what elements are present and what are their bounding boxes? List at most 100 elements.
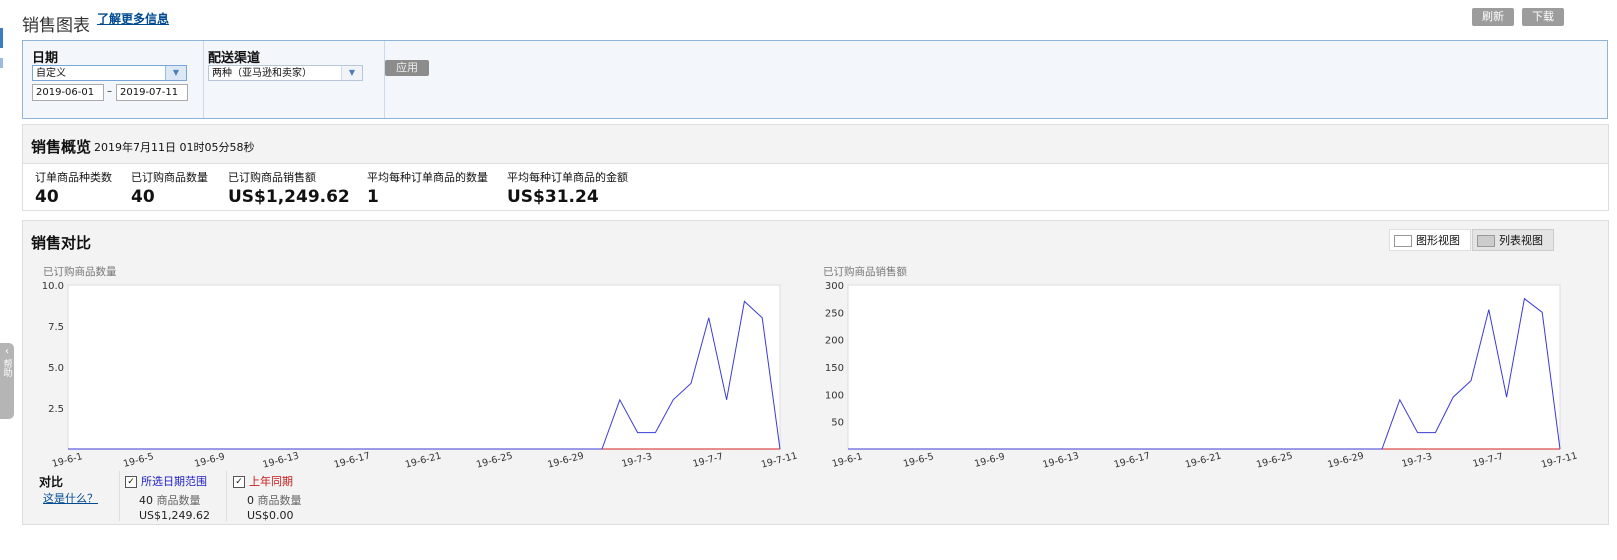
ordered-sales-chart: 已订购商品销售额 300 250 200 150 100 50 19-6-1 19-6-5 19-… xyxy=(823,265,1579,471)
y-tick-label: 5.0 xyxy=(48,363,64,374)
start-date-input[interactable]: 2019-06-01 xyxy=(32,84,104,101)
metric-label: 已订购商品销售额 xyxy=(228,171,316,184)
x-tick-label: 19-6-1 xyxy=(831,451,864,470)
metric-value: 40 xyxy=(35,187,59,207)
dropdown-arrow-icon: ▼ xyxy=(341,66,362,80)
previous-year-qty: 0 xyxy=(247,494,254,507)
date-label: 日期 xyxy=(32,51,59,66)
y-tick-label: 300 xyxy=(825,281,844,292)
metric-label: 订单商品种类数 xyxy=(35,171,112,184)
x-tick-label: 19-6-29 xyxy=(546,450,585,470)
legend-divider xyxy=(119,471,120,521)
previous-year-amount: US$0.00 xyxy=(247,509,294,522)
channel-select-value: 两种（亚马逊和卖家） xyxy=(212,68,312,79)
metric-label: 已订购商品数量 xyxy=(131,171,208,184)
previous-year-qty-unit: 商品数量 xyxy=(257,494,302,507)
x-tick-label: 19-6-25 xyxy=(1255,450,1294,470)
x-tick-label: 19-7-7 xyxy=(1472,451,1505,470)
legend-divider xyxy=(226,471,227,521)
date-range-dash: – xyxy=(107,86,112,97)
graph-view-button[interactable]: 图形视图 xyxy=(1389,229,1471,251)
x-tick-label: 19-7-11 xyxy=(760,450,799,470)
x-tick-label: 19-6-13 xyxy=(1042,450,1081,470)
help-side-tab[interactable]: ‹ 帮助 xyxy=(0,343,14,419)
x-tick-label: 19-6-29 xyxy=(1326,450,1365,470)
channel-filter: 配送渠道 两种（亚马逊和卖家） ▼ xyxy=(204,41,385,118)
date-range-select-value: 自定义 xyxy=(36,68,66,79)
metric-units-ordered: 已订购商品数量 40 xyxy=(131,169,208,207)
selected-range-amount: US$1,249.62 xyxy=(139,509,211,522)
units-ordered-chart: 已订购商品数量 10.0 7.5 5.0 2.5 19-6-1 19-6-5 19-6-9 19… xyxy=(42,265,799,471)
end-date-input[interactable]: 2019-07-11 xyxy=(116,84,188,101)
chart-y-axis-label: 已订购商品数量 xyxy=(43,265,117,278)
metric-label: 平均每种订单商品的数量 xyxy=(367,171,488,184)
chart-y-axis-label: 已订购商品销售额 xyxy=(823,265,907,278)
download-button[interactable]: 下载 xyxy=(1522,8,1564,26)
x-tick-label: 19-7-3 xyxy=(1401,451,1434,470)
y-tick-label: 7.5 xyxy=(48,322,64,333)
metric-value: US$1,249.62 xyxy=(228,187,350,207)
metric-value: 40 xyxy=(131,187,155,207)
list-table-icon xyxy=(1477,235,1495,247)
selected-range-qty-unit: 商品数量 xyxy=(156,494,201,507)
left-accent-strip xyxy=(0,28,3,48)
selected-range-checkbox[interactable]: ✓ xyxy=(125,475,137,488)
what-is-this-link[interactable]: 这是什么？ xyxy=(43,490,98,506)
legend-previous-year: ✓ 上年同期 0 商品数量 US$0.00 xyxy=(233,473,302,522)
metric-value: US$31.24 xyxy=(507,187,599,207)
plot-area xyxy=(67,284,781,450)
date-filter: 日期 自定义 ▼ 2019-06-01 – 2019-07-11 xyxy=(23,41,204,118)
metric-value: 1 xyxy=(367,187,379,207)
x-tick-label: 19-6-21 xyxy=(1184,450,1223,470)
x-tick-label: 19-7-7 xyxy=(692,451,725,470)
help-side-tab-label: 帮助 xyxy=(1,359,12,377)
x-tick-label: 19-6-17 xyxy=(1113,450,1152,470)
previous-year-checkbox[interactable]: ✓ xyxy=(233,475,245,488)
y-tick-label: 150 xyxy=(825,363,844,374)
y-tick-label: 10.0 xyxy=(42,281,64,292)
comparison-title: 销售对比 xyxy=(31,234,92,252)
apply-button[interactable]: 应用 xyxy=(385,60,429,76)
y-tick-label: 250 xyxy=(825,308,844,319)
graph-view-label: 图形视图 xyxy=(1416,234,1460,247)
page-title: 销售图表 xyxy=(22,16,90,36)
chevron-left-icon: ‹ xyxy=(5,346,9,357)
sales-comparison-panel: 销售对比 图形视图 列表视图 已订购商品数量 10.0 7.5 5.0 2.5 19-6-… xyxy=(22,220,1609,525)
learn-more-link[interactable]: 了解更多信息 xyxy=(97,10,169,27)
x-tick-label: 19-7-3 xyxy=(621,451,654,470)
metric-ordered-sales: 已订购商品销售额 US$1,249.62 xyxy=(228,169,350,207)
dropdown-arrow-icon: ▼ xyxy=(165,66,186,80)
filter-panel: 日期 自定义 ▼ 2019-06-01 – 2019-07-11 配送渠道 两种… xyxy=(22,40,1608,119)
selected-range-qty: 40 xyxy=(139,494,153,507)
date-range-select[interactable]: 自定义 ▼ xyxy=(32,65,187,81)
list-view-label: 列表视图 xyxy=(1499,234,1543,247)
x-tick-label: 19-6-5 xyxy=(902,451,935,470)
legend-title: 对比 xyxy=(39,475,64,489)
y-tick-label: 200 xyxy=(825,336,844,347)
channel-label: 配送渠道 xyxy=(208,51,261,66)
previous-year-name: 上年同期 xyxy=(249,475,293,488)
legend-selected-range: ✓ 所选日期范围 40 商品数量 US$1,249.62 xyxy=(125,473,210,522)
overview-timestamp: 2019年7月11日 01时05分58秒 xyxy=(94,141,255,154)
refresh-button[interactable]: 刷新 xyxy=(1472,8,1514,26)
list-view-button[interactable]: 列表视图 xyxy=(1472,229,1554,251)
overview-title: 销售概览 xyxy=(31,138,92,156)
y-tick-label: 50 xyxy=(831,418,844,429)
sales-overview-panel: 销售概览 2019年7月11日 01时05分58秒 订单商品种类数 40 已订购… xyxy=(22,124,1609,211)
comparison-legend: 对比 这是什么？ ✓ 所选日期范围 40 商品数量 US$1,249.62 ✓ 上年… xyxy=(23,471,423,523)
overview-header: 销售概览 2019年7月11日 01时05分58秒 xyxy=(23,125,1608,164)
left-accent-strip-2 xyxy=(0,58,3,68)
channel-select[interactable]: 两种（亚马逊和卖家） ▼ xyxy=(208,65,363,81)
x-tick-label: 19-6-13 xyxy=(262,450,301,470)
x-tick-label: 19-6-9 xyxy=(973,451,1006,470)
y-tick-label: 2.5 xyxy=(48,404,64,415)
line-chart-icon xyxy=(1394,235,1412,247)
x-tick-label: 19-7-11 xyxy=(1540,450,1579,470)
x-tick-label: 19-6-17 xyxy=(333,450,372,470)
metric-label: 平均每种订单商品的金额 xyxy=(507,171,628,184)
y-tick-label: 100 xyxy=(825,390,844,401)
x-tick-label: 19-6-21 xyxy=(404,450,443,470)
x-tick-label: 19-6-9 xyxy=(193,451,226,470)
x-tick-label: 19-6-25 xyxy=(475,450,514,470)
metric-order-item-types: 订单商品种类数 40 xyxy=(35,169,112,207)
